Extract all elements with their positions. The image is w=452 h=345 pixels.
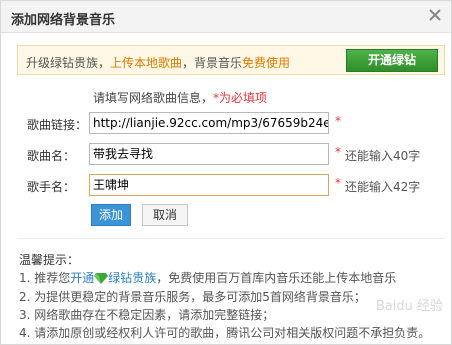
add-button[interactable]: 添加 — [91, 204, 131, 226]
green-diamond-link[interactable]: 绿钻贵族 — [108, 271, 156, 285]
promo-banner: 升级绿钻贵族，上传本地歌曲，背景音乐免费使用 开通绿钻 — [17, 45, 445, 75]
promo-text-part: ，背景音乐 — [182, 56, 243, 70]
form-hint-text: 请填写网络歌曲信息， — [93, 91, 214, 105]
song-name-input[interactable]: 带我去寻找 — [89, 143, 329, 165]
promo-upload-highlight: 上传本地歌曲 — [110, 56, 183, 70]
tip-1: 1. 推荐您开通 绿钻贵族，免费使用百万首库内音乐还能上传本地音乐 — [19, 269, 396, 286]
promo-text: 升级绿钻贵族，上传本地歌曲，背景音乐免费使用 — [26, 54, 290, 71]
cancel-button[interactable]: 取消 — [142, 204, 188, 226]
tip-3: 3. 网络歌曲存在不稳定因素，请添加完整链接； — [19, 308, 275, 322]
open-link[interactable]: 开通 — [70, 271, 94, 285]
dialog-title: 添加网络背景音乐 — [11, 13, 116, 28]
promo-free-highlight: 免费使用 — [242, 56, 291, 70]
tip-4: 4. 请添加原创或经权利人许可的歌曲，腾讯公司对相关版权问题不承担负责。 — [19, 326, 431, 340]
dialog-titlebar: 添加网络背景音乐 — [1, 1, 451, 33]
tip-2: 2. 为提供更稳定的背景音乐服务，最多可添加5首网络背景音乐； — [19, 290, 366, 304]
tips-title: 温馨提示： — [19, 253, 80, 267]
green-diamond-icon — [94, 273, 109, 284]
required-hint: *为必填项 — [213, 91, 268, 105]
song-name-label: 歌曲名： — [27, 149, 76, 163]
form-hint: 请填写网络歌曲信息，*为必填项 — [93, 89, 267, 106]
watermark: Baidu 经验 — [375, 299, 443, 314]
singer-name-label: 歌手名： — [27, 180, 76, 194]
singer-name-remaining: 还能输入42字 — [345, 180, 421, 194]
song-url-input[interactable]: http://lianjie.92cc.com/mp3/67659b24e374 — [89, 112, 329, 134]
song-required-star: * — [335, 145, 341, 159]
close-icon[interactable] — [427, 7, 443, 23]
tip-1-suffix: ，免费使用百万首库内音乐还能上传本地音乐 — [156, 271, 397, 285]
song-url-label: 歌曲链接： — [27, 118, 88, 132]
add-music-dialog: 添加网络背景音乐 升级绿钻贵族，上传本地歌曲，背景音乐免费使用 开通绿钻 请填写… — [0, 0, 452, 345]
promo-text-part: 升级绿钻贵族， — [26, 56, 111, 70]
singer-name-input[interactable]: 王啸坤 — [89, 174, 329, 196]
tip-1-prefix: 1. 推荐您 — [19, 271, 71, 285]
singer-required-star: * — [335, 176, 341, 190]
section-divider — [17, 238, 445, 239]
url-required-star: * — [335, 114, 341, 128]
song-name-remaining: 还能输入40字 — [345, 149, 421, 163]
open-green-diamond-button[interactable]: 开通绿钻 — [346, 49, 438, 72]
